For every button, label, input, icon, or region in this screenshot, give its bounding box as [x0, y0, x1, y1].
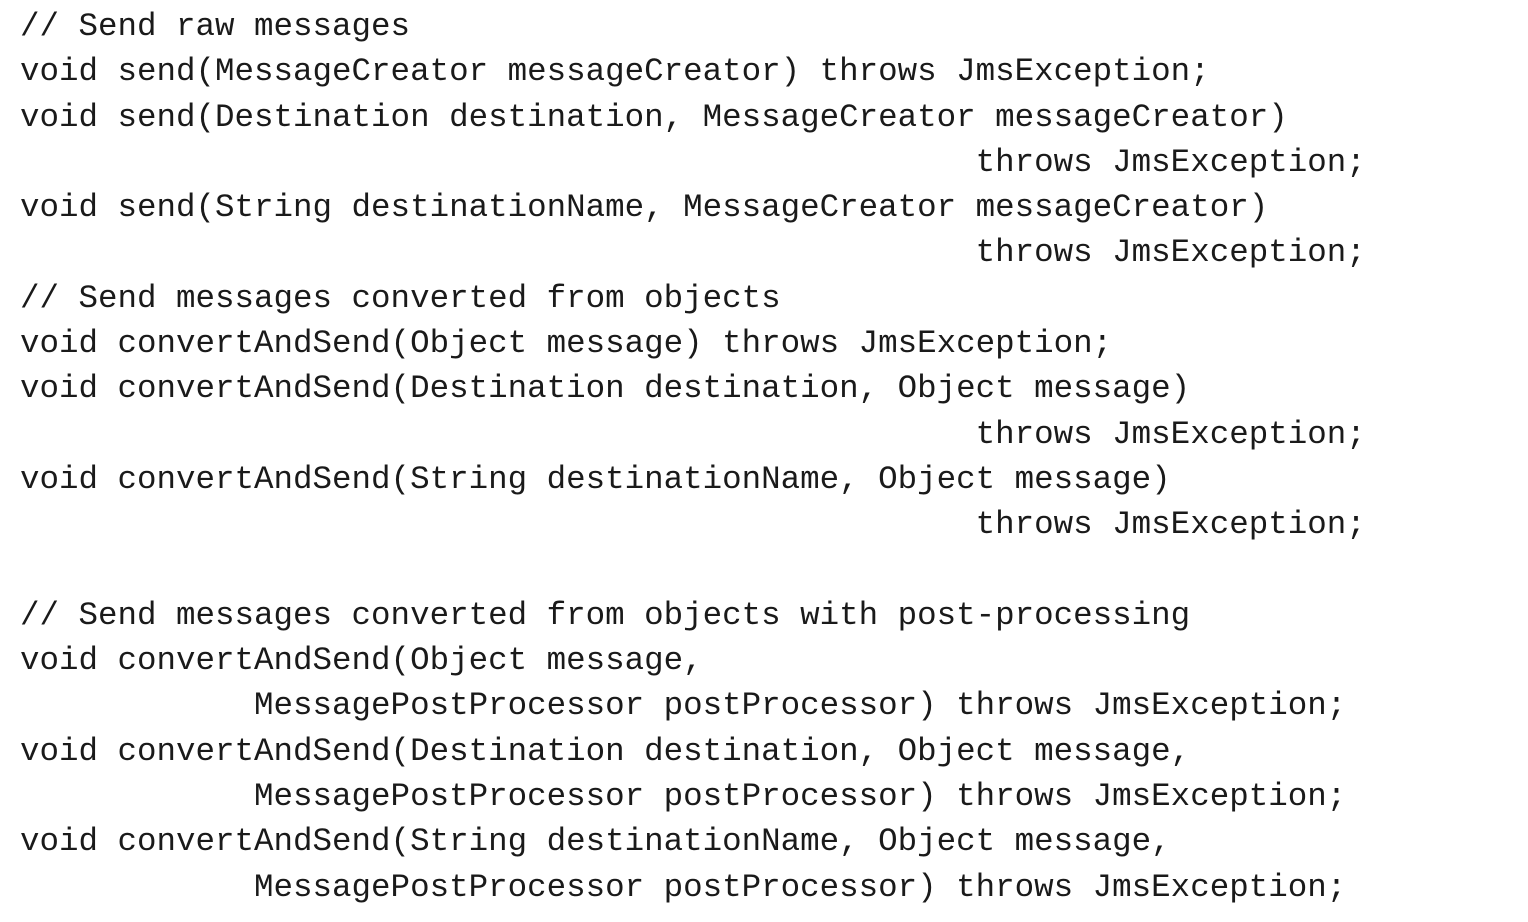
code-line: void convertAndSend(Destination destinat…	[20, 370, 1191, 408]
comment-line: // Send messages converted from objects	[20, 279, 781, 317]
code-line: throws JmsException;	[20, 506, 1366, 544]
code-line: MessagePostProcessor postProcessor) thro…	[20, 687, 1347, 725]
comment-line: // Send messages converted from objects …	[20, 596, 1191, 634]
code-line: MessagePostProcessor postProcessor) thro…	[20, 868, 1347, 906]
code-line: throws JmsException;	[20, 143, 1366, 181]
code-line: void send(String destinationName, Messag…	[20, 189, 1269, 227]
code-line: void convertAndSend(Destination destinat…	[20, 732, 1191, 770]
code-line: void convertAndSend(Object message) thro…	[20, 325, 1113, 363]
code-line: void convertAndSend(String destinationNa…	[20, 460, 1171, 498]
code-line: void convertAndSend(Object message,	[20, 642, 703, 680]
code-line: throws JmsException;	[20, 415, 1366, 453]
code-listing: // Send raw messages void send(MessageCre…	[20, 4, 1366, 910]
comment-line: // Send raw messages	[20, 8, 411, 45]
code-line: throws JmsException;	[20, 234, 1366, 272]
code-line: void convertAndSend(String destinationNa…	[20, 823, 1171, 861]
code-line: void send(MessageCreator messageCreator)…	[20, 53, 1210, 91]
code-line: void send(Destination destination, Messa…	[20, 98, 1288, 136]
code-line: MessagePostProcessor postProcessor) thro…	[20, 778, 1347, 816]
